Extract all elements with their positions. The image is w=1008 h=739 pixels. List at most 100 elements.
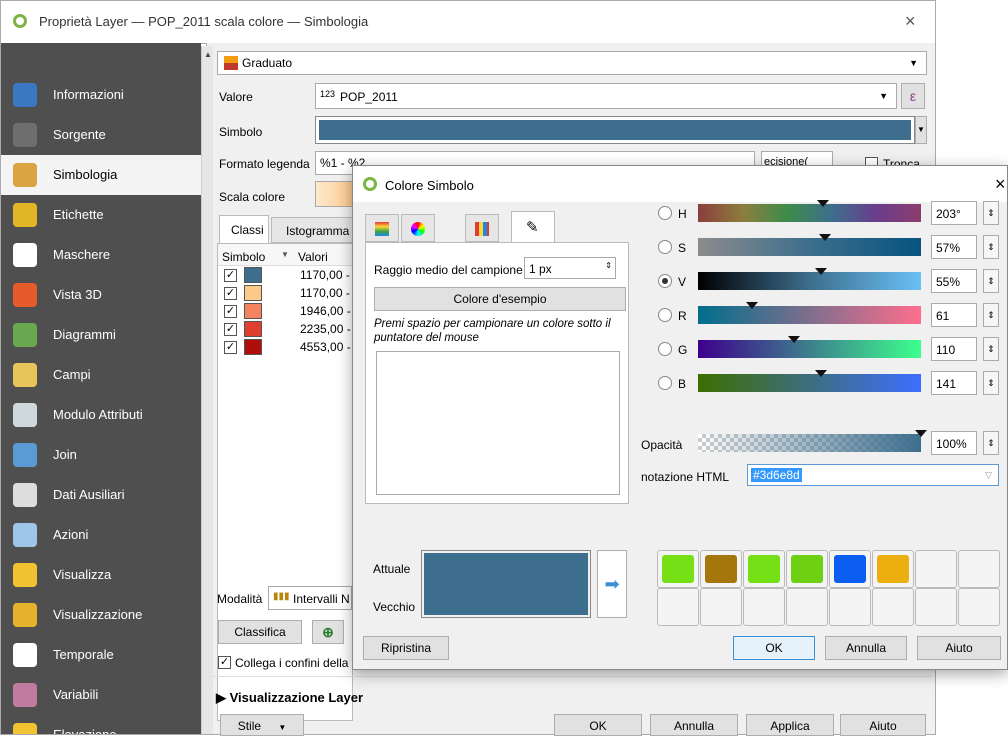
symbol-dropdown-arrow[interactable]: ▼ [915,116,927,144]
tab-color-sampler[interactable]: ✎ [511,211,555,243]
dialog-close-icon[interactable]: × [995,174,1006,195]
classify-button[interactable]: Classifica [218,620,302,644]
channel-radio-s[interactable] [658,240,672,254]
slider-handle[interactable] [819,234,832,241]
color-swatch[interactable] [829,550,871,588]
class-visible-checkbox[interactable]: ✓ [224,287,237,300]
spin-arrows-icon[interactable]: ⇕ [983,371,999,395]
tab-swatches[interactable] [465,214,499,242]
channel-spinbox[interactable]: 61 [931,303,977,327]
slider-handle[interactable] [814,268,827,275]
dialog-cancel-button[interactable]: Annulla [825,636,907,660]
spin-arrows-icon[interactable]: ⇕ [983,303,999,327]
slider-handle[interactable] [814,370,827,377]
dialog-ok-button[interactable]: OK [733,636,815,660]
color-swatch[interactable] [700,588,742,626]
sidebar-item-azioni[interactable]: Azioni [1,515,201,555]
class-symbol-swatch[interactable] [244,339,262,355]
table-row[interactable]: ✓ 1170,00 - [218,266,352,284]
sidebar-item-vista-3d[interactable]: Vista 3D [1,275,201,315]
slider-handle[interactable] [745,302,758,309]
sidebar-item-dati-ausiliari[interactable]: Dati Ausiliari [1,475,201,515]
spin-arrows-icon[interactable]: ⇕ [983,235,999,259]
value-field-select[interactable]: 123 POP_2011 ▼ [315,83,897,109]
link-boundaries-checkbox[interactable]: ✓ [218,656,231,669]
scroll-up-icon[interactable]: ▲ [204,50,212,59]
class-symbol-swatch[interactable] [244,285,262,301]
sidebar-item-etichette[interactable]: Etichette [1,195,201,235]
add-class-icon[interactable]: ⊕ [312,620,344,644]
channel-spinbox[interactable]: 57% [931,235,977,259]
sidebar-item-campi[interactable]: Campi [1,355,201,395]
sidebar-item-visualizzazione[interactable]: Visualizzazione [1,595,201,635]
opacity-slider-handle[interactable] [915,430,927,437]
main-help-button[interactable]: Aiuto [840,714,926,736]
spin-arrows-icon[interactable]: ⇕ [983,431,999,455]
channel-spinbox[interactable]: 55% [931,269,977,293]
html-color-input[interactable]: #3d6e8d ▽ [747,464,999,486]
slider-handle[interactable] [787,336,800,343]
table-row[interactable]: ✓ 1170,00 - [218,284,352,302]
channel-radio-b[interactable] [658,376,672,390]
sidebar-item-sorgente[interactable]: Sorgente [1,115,201,155]
color-swatch[interactable] [872,550,914,588]
channel-slider-b[interactable] [698,370,921,392]
slider-handle[interactable] [816,200,829,207]
main-apply-button[interactable]: Applica [746,714,834,736]
renderer-select[interactable]: Graduato ▼ [217,51,927,75]
tab-color-wheel[interactable] [401,214,435,242]
channel-spinbox[interactable]: 110 [931,337,977,361]
layer-rendering-toggle[interactable]: ▶ Visualizzazione Layer [216,690,363,706]
opacity-spinbox[interactable]: 100% [931,431,977,455]
class-symbol-swatch[interactable] [244,303,262,319]
channel-slider-g[interactable] [698,336,921,358]
color-swatch[interactable] [958,588,1000,626]
channel-slider-h[interactable] [698,200,921,222]
channel-slider-s[interactable] [698,234,921,256]
column-header-values[interactable]: Valori [298,250,328,264]
swap-arrow-icon[interactable]: ➡ [597,550,627,618]
close-icon[interactable]: × [905,11,916,32]
opacity-slider[interactable] [698,430,927,452]
class-symbol-swatch[interactable] [244,321,262,337]
channel-slider-v[interactable] [698,268,921,290]
channel-radio-v[interactable] [658,274,672,288]
class-symbol-swatch[interactable] [244,267,262,283]
color-swatch[interactable] [786,588,828,626]
color-ramp-button[interactable] [315,181,355,207]
channel-radio-r[interactable] [658,308,672,322]
color-swatch[interactable] [657,550,699,588]
sidebar-item-join[interactable]: Join [1,435,201,475]
main-ok-button[interactable]: OK [554,714,642,736]
class-visible-checkbox[interactable]: ✓ [224,269,237,282]
tab-classes[interactable]: Classi [219,215,269,243]
sample-color-button[interactable]: Colore d'esempio [374,287,626,311]
mode-select[interactable]: ▮▮▮ Intervalli N [268,586,352,610]
color-swatch[interactable] [786,550,828,588]
table-row[interactable]: ✓ 4553,00 - [218,338,352,356]
column-header-symbol[interactable]: Simbolo [222,250,265,264]
color-swatch[interactable] [915,550,957,588]
channel-spinbox[interactable]: 141 [931,371,977,395]
sidebar-item-diagrammi[interactable]: Diagrammi [1,315,201,355]
sidebar-item-maschere[interactable]: Maschere [1,235,201,275]
color-swatch[interactable] [872,588,914,626]
color-swatch[interactable] [700,550,742,588]
symbol-button[interactable] [315,116,915,144]
color-swatch[interactable] [657,588,699,626]
table-row[interactable]: ✓ 2235,00 - [218,320,352,338]
class-visible-checkbox[interactable]: ✓ [224,305,237,318]
main-cancel-button[interactable]: Annulla [650,714,738,736]
sidebar-item-modulo-attributi[interactable]: Modulo Attributi [1,395,201,435]
sample-radius-spinbox[interactable]: 1 px ⇕ [524,257,616,279]
old-color-swatch[interactable] [424,583,588,615]
sidebar-item-visualizza[interactable]: Visualizza [1,555,201,595]
sidebar-item-variabili[interactable]: Variabili [1,675,201,715]
class-visible-checkbox[interactable]: ✓ [224,323,237,336]
sidebar-scrollbar[interactable]: ▲ [201,46,213,734]
reset-button[interactable]: Ripristina [363,636,449,660]
color-swatch[interactable] [829,588,871,626]
color-swatch[interactable] [958,550,1000,588]
class-visible-checkbox[interactable]: ✓ [224,341,237,354]
sidebar-item-temporale[interactable]: Temporale [1,635,201,675]
